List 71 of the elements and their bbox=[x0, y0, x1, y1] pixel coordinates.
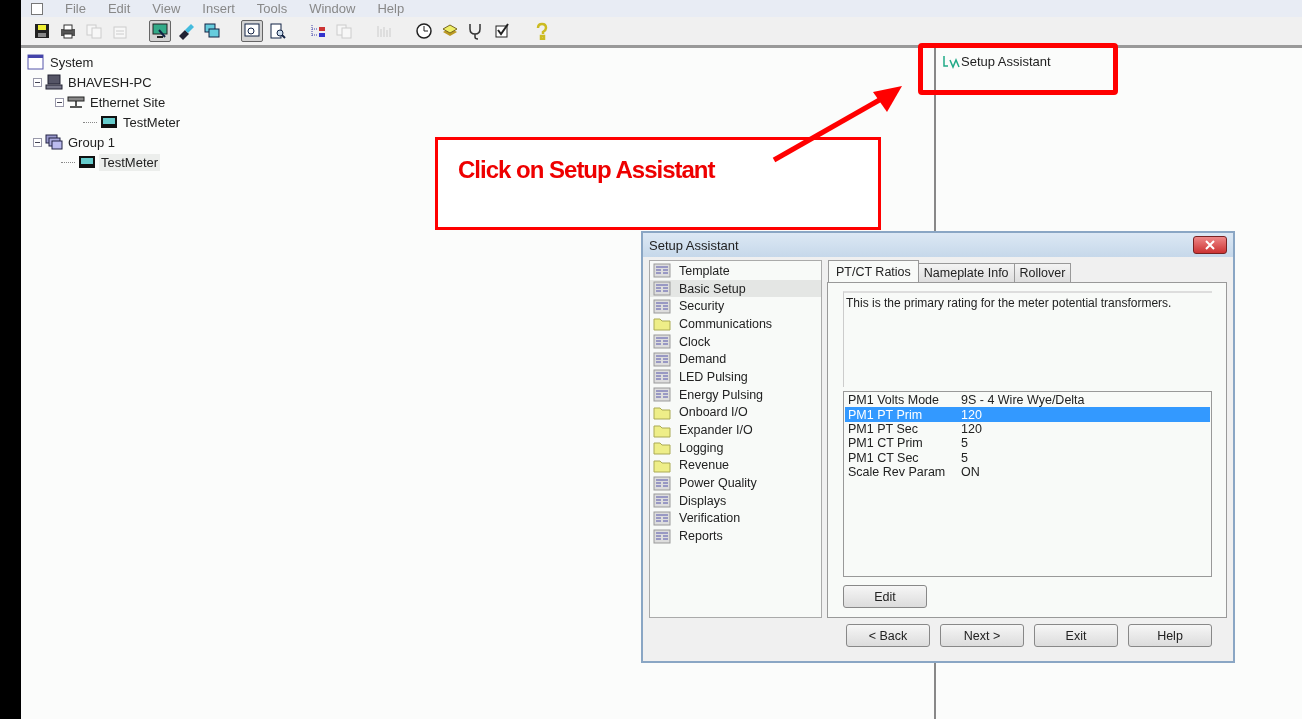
callout-text: Click on Setup Assistant bbox=[458, 156, 715, 184]
property-row[interactable]: Scale Rev Param ON bbox=[845, 464, 1210, 480]
tree-item[interactable]: TestMeter bbox=[99, 153, 161, 171]
form-icon bbox=[653, 263, 671, 279]
form-icon bbox=[653, 528, 671, 544]
list-item[interactable]: Setup Assistant bbox=[961, 54, 1051, 69]
description-text: This is the primary rating for the meter potential transformers. bbox=[843, 291, 1212, 387]
clock-icon[interactable] bbox=[413, 20, 435, 42]
tab[interactable]: Nameplate Info bbox=[917, 263, 1015, 282]
nav-item[interactable]: Onboard I/O bbox=[650, 403, 821, 422]
dialog-button[interactable]: < Back bbox=[846, 624, 930, 647]
property-row[interactable]: PM1 Volts Mode 9S - 4 Wire Wye/Delta bbox=[845, 393, 1210, 408]
window-menu-icon[interactable] bbox=[31, 2, 43, 15]
nav-item[interactable]: Template bbox=[650, 262, 821, 280]
form-icon bbox=[653, 281, 671, 297]
form-icon bbox=[653, 493, 671, 509]
nav-item[interactable]: Demand bbox=[650, 350, 821, 369]
nav-item[interactable]: Communications bbox=[650, 315, 821, 333]
form-icon bbox=[653, 298, 671, 314]
tree-item[interactable]: Group 1 bbox=[66, 133, 117, 151]
folder-icon bbox=[653, 316, 671, 332]
form-icon bbox=[653, 510, 671, 526]
dialog-title: Setup Assistant bbox=[649, 237, 739, 253]
stacked-windows-icon bbox=[45, 134, 63, 150]
close-icon bbox=[1205, 240, 1215, 250]
nav-item[interactable]: Reports bbox=[650, 527, 821, 545]
property-row[interactable]: PM1 PT Sec 120 bbox=[845, 421, 1210, 437]
folder-icon bbox=[653, 422, 671, 438]
wand-icon bbox=[942, 54, 960, 69]
tree-item[interactable]: BHAVESH-PC bbox=[66, 73, 154, 91]
form-icon bbox=[653, 351, 671, 367]
nav-item[interactable]: LED Pulsing bbox=[650, 368, 821, 386]
tab[interactable]: Rollover bbox=[1013, 263, 1072, 282]
nav-item[interactable]: Logging bbox=[650, 438, 821, 457]
nav-item[interactable]: Security bbox=[650, 297, 821, 316]
form-icon bbox=[653, 334, 671, 350]
nav-item[interactable]: Expander I/O bbox=[650, 421, 821, 439]
collapse-toggle[interactable] bbox=[33, 137, 42, 147]
network-icon bbox=[67, 94, 85, 110]
property-row[interactable]: PM1 CT Prim 5 bbox=[845, 436, 1210, 451]
dialog-button[interactable]: Next > bbox=[940, 624, 1024, 647]
collapse-toggle[interactable] bbox=[55, 97, 64, 107]
monitor-icon[interactable] bbox=[149, 20, 171, 42]
tab[interactable]: PT/CT Ratios bbox=[828, 260, 919, 282]
form-icon bbox=[653, 369, 671, 385]
edit-button[interactable]: Edit bbox=[843, 585, 927, 608]
tree-item[interactable]: TestMeter bbox=[121, 113, 183, 131]
form-icon bbox=[653, 475, 671, 491]
folder-icon bbox=[653, 457, 671, 473]
folder-icon bbox=[653, 440, 671, 456]
tree-item[interactable]: System bbox=[48, 53, 96, 71]
tree-item[interactable]: Ethernet Site bbox=[88, 93, 168, 111]
nav-item[interactable]: Basic Setup bbox=[650, 279, 821, 298]
dialog-button[interactable]: Help bbox=[1128, 624, 1212, 647]
meter-icon bbox=[78, 154, 96, 170]
dialog-button[interactable]: Exit bbox=[1034, 624, 1118, 647]
nav-item[interactable]: Verification bbox=[650, 509, 821, 528]
collapse-toggle[interactable] bbox=[33, 77, 42, 87]
close-button[interactable] bbox=[1193, 236, 1227, 254]
nav-item[interactable]: Energy Pulsing bbox=[650, 385, 821, 404]
meter-icon bbox=[100, 114, 118, 130]
computer-icon bbox=[45, 74, 63, 90]
window-icon bbox=[27, 54, 45, 70]
nav-item[interactable]: Revenue bbox=[650, 456, 821, 475]
form-icon bbox=[653, 387, 671, 403]
nav-item[interactable]: Clock bbox=[650, 332, 821, 351]
screen-icon[interactable] bbox=[241, 20, 263, 42]
nav-item[interactable]: Power Quality bbox=[650, 474, 821, 492]
property-row[interactable]: PM1 CT Sec 5 bbox=[845, 450, 1210, 465]
nav-item[interactable]: Displays bbox=[650, 491, 821, 510]
folder-icon bbox=[653, 404, 671, 420]
